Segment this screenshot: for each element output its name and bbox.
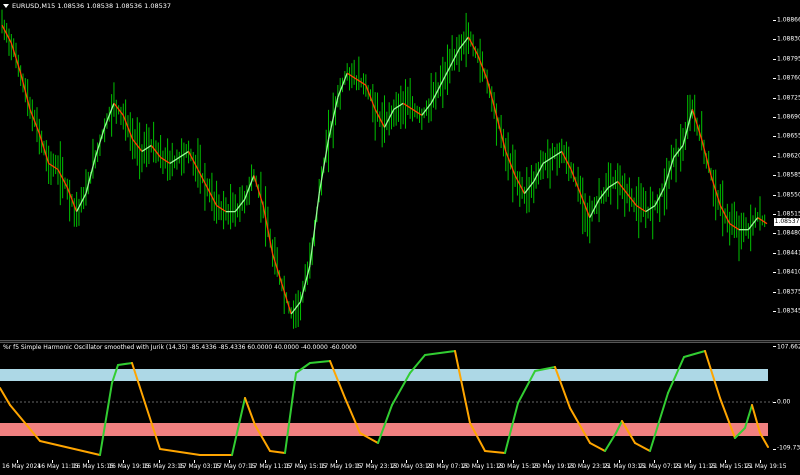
symbol-dropdown-icon[interactable] xyxy=(3,4,9,8)
ma-segment xyxy=(318,139,330,194)
price-axis-tick xyxy=(773,78,776,80)
oscillator-segment xyxy=(284,372,297,454)
last-price-tag: 1.08537 xyxy=(774,218,800,226)
price-axis-label: 1.08550 xyxy=(777,191,800,199)
indicator-axis-tick xyxy=(773,449,776,450)
price-axis-tick xyxy=(773,214,776,215)
price-axis-label: 1.08410 xyxy=(777,268,800,276)
price-chart-pane[interactable]: EURUSD,M15 1.08536 1.08538 1.08536 1.085… xyxy=(0,0,773,340)
indicator-canvas[interactable] xyxy=(0,343,773,460)
time-axis-label: 16 May 2024 xyxy=(2,463,42,470)
price-axis-label: 1.08480 xyxy=(777,229,800,237)
price-axis-tick xyxy=(773,175,776,177)
oscillator-segment xyxy=(424,350,456,356)
ma-segment xyxy=(85,157,96,194)
oscillator-segment xyxy=(634,442,651,452)
ma-segment xyxy=(197,169,208,188)
ma-segment xyxy=(66,187,78,212)
ma-segment xyxy=(701,139,712,176)
price-axis-tick xyxy=(773,97,776,99)
price-axis[interactable]: 1.08866 1.08830 1.08795 1.08760 1.08725 1.086… xyxy=(773,0,800,340)
indicator-axis-label: 107.6626 xyxy=(777,343,800,351)
indicator-axis[interactable]: 107.6626 0.00 -109.7322 xyxy=(773,343,800,460)
ma-segment xyxy=(337,72,348,98)
price-axis-tick xyxy=(773,155,776,157)
price-axis-label: 1.08585 xyxy=(777,171,800,179)
price-axis-tick xyxy=(773,272,776,274)
indicator-axis-label: 0.00 xyxy=(777,398,791,406)
oscillator-segment xyxy=(309,360,331,364)
price-axis-label: 1.08345 xyxy=(777,307,800,315)
price-axis-label: 1.08795 xyxy=(777,55,800,63)
price-axis-label: 1.08760 xyxy=(777,74,800,82)
price-axis-tick xyxy=(773,233,776,235)
ma-segment xyxy=(253,175,264,206)
ma-segment xyxy=(281,283,292,315)
price-axis-tick xyxy=(773,39,776,41)
price-axis-tick xyxy=(773,117,776,118)
oscillator-segment xyxy=(99,382,113,456)
indicator-axis-label: -109.7322 xyxy=(777,444,800,452)
price-axis-tick xyxy=(773,311,776,312)
indicator-title: %r f5 Simple Harmonic Oscillator smoothe… xyxy=(3,344,357,351)
price-axis-label: 1.08690 xyxy=(777,113,800,121)
price-axis-tick xyxy=(773,252,776,254)
oscillator-segment xyxy=(454,350,471,424)
chart-title-text: EURUSD,M15 1.08536 1.08538 1.08536 1.085… xyxy=(12,2,171,10)
oscillator-segment xyxy=(117,362,133,366)
ma-segment xyxy=(309,193,320,266)
oscillator-segment xyxy=(39,440,101,456)
price-axis-label: 1.08866 xyxy=(777,16,800,24)
price-axis-tick xyxy=(773,58,776,60)
price-axis-tick xyxy=(773,194,776,196)
price-axis-tick xyxy=(773,20,776,21)
chart-title: EURUSD,M15 1.08536 1.08538 1.08536 1.085… xyxy=(3,2,171,10)
indicator-axis-tick xyxy=(773,402,776,403)
time-axis-label: 21 May 19:15 xyxy=(745,463,787,470)
oscillator-segment xyxy=(683,350,706,358)
indicator-axis-tick xyxy=(773,346,776,347)
price-axis-label: 1.08620 xyxy=(777,152,800,160)
price-axis-tick xyxy=(773,136,776,138)
oscillator-segment xyxy=(0,387,11,406)
price-axis-label: 1.08375 xyxy=(777,288,800,296)
price-axis-label: 1.08830 xyxy=(777,35,800,43)
price-axis-label: 1.08655 xyxy=(777,132,800,140)
oscillator-segment xyxy=(159,448,201,456)
oscillator-segment xyxy=(484,450,506,454)
price-axis-tick xyxy=(773,291,776,293)
price-axis-label: 1.08515 xyxy=(777,210,800,218)
indicator-pane[interactable]: %r f5 Simple Harmonic Oscillator smoothe… xyxy=(0,343,773,460)
ma-segment xyxy=(38,133,50,164)
price-chart-canvas[interactable] xyxy=(0,0,773,340)
time-axis[interactable]: 16 May 2024 16 May 11:15 16 May 15:15 16 Ma… xyxy=(0,460,800,475)
oscillator-segment xyxy=(269,450,286,454)
price-axis-label: 1.08725 xyxy=(777,94,800,102)
price-axis-label: 1.08441 xyxy=(777,249,800,257)
ma-segment xyxy=(365,84,376,110)
ma-segment xyxy=(570,169,582,194)
oscillator-segment xyxy=(589,442,606,452)
